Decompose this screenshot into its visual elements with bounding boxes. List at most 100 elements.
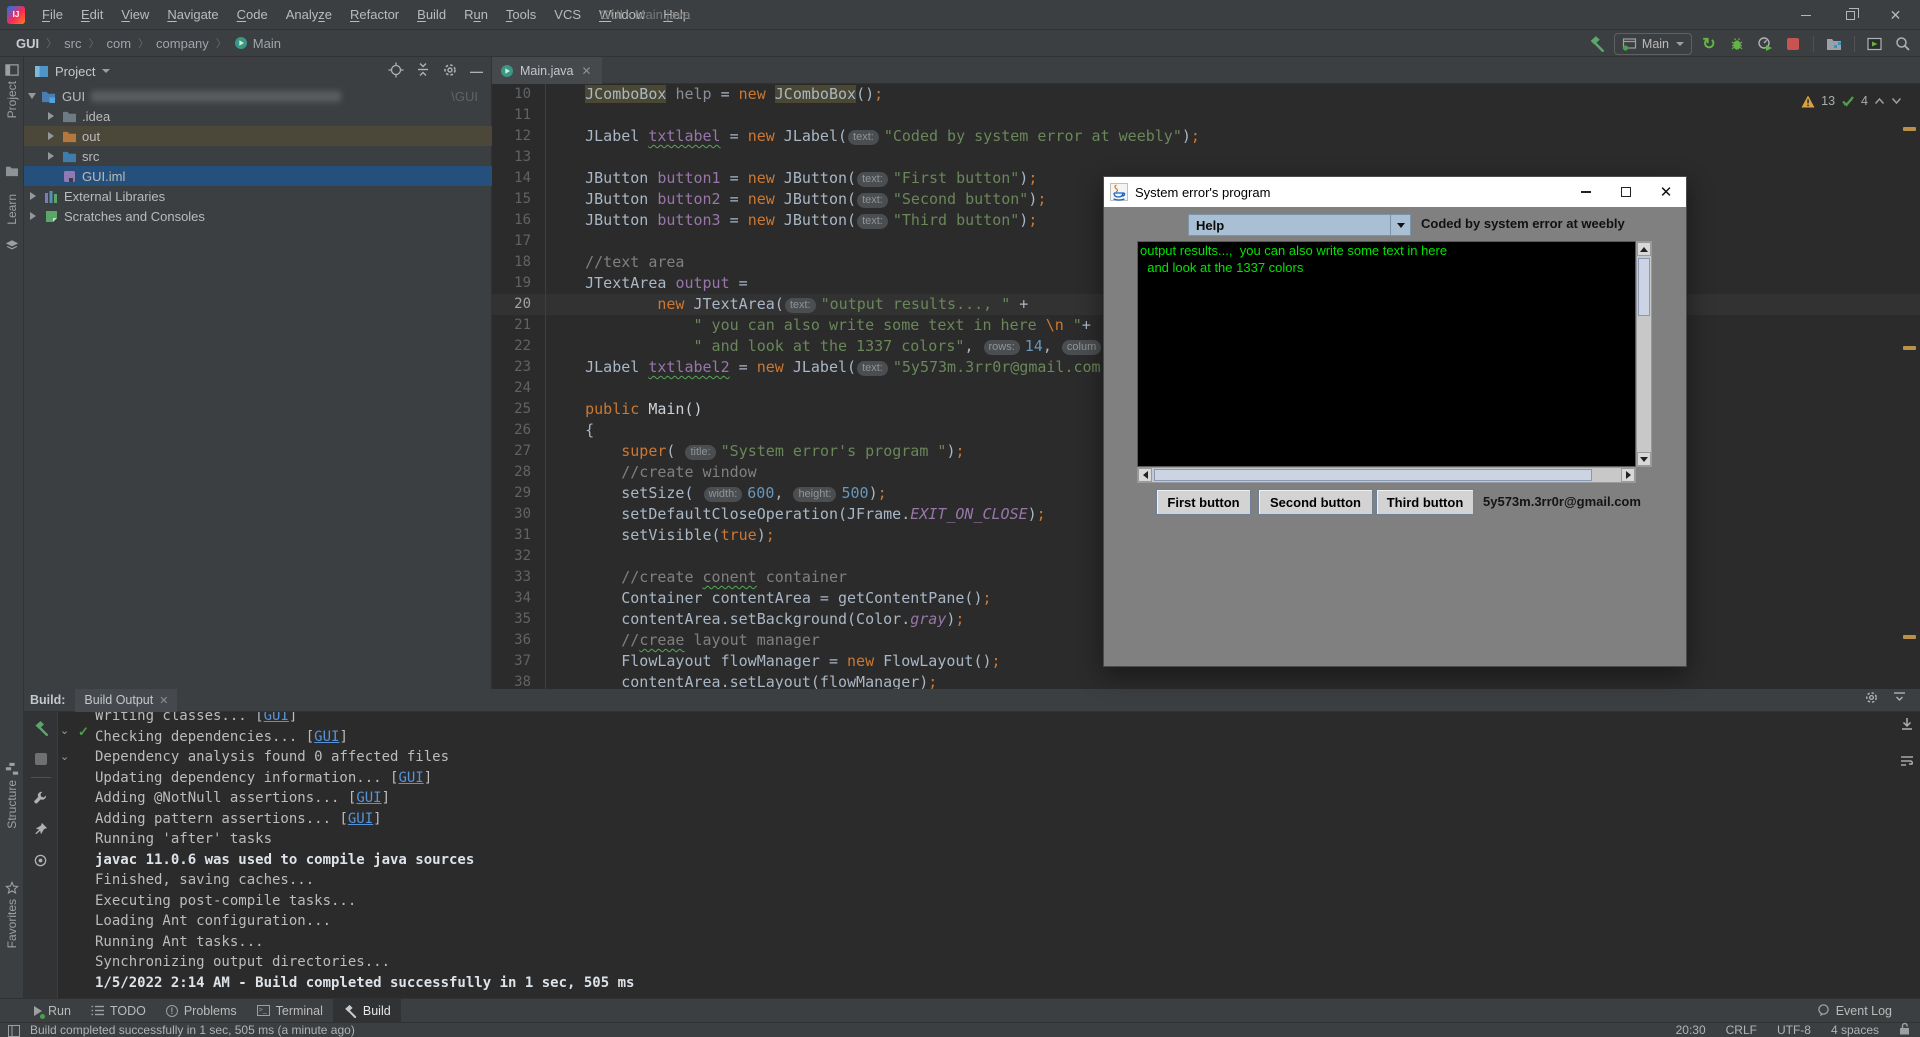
menu-vcs[interactable]: VCS bbox=[545, 7, 590, 22]
breadcrumb-item-com[interactable]: com bbox=[106, 36, 131, 51]
code-line-11[interactable]: 11 bbox=[492, 105, 1920, 126]
menu-refactor[interactable]: Refactor bbox=[341, 7, 408, 22]
close-button[interactable]: ✕ bbox=[1873, 0, 1918, 30]
dialog-maximize-button[interactable] bbox=[1606, 177, 1646, 207]
third-button-button[interactable]: Third button bbox=[1376, 489, 1474, 515]
sidebar-item-project[interactable]: Project bbox=[0, 63, 24, 118]
line-number[interactable]: 13 bbox=[492, 147, 546, 168]
breadcrumb-item-gui[interactable]: GUI bbox=[16, 36, 39, 51]
line-number[interactable]: 25 bbox=[492, 399, 546, 420]
build-settings-gear-button[interactable] bbox=[1864, 690, 1879, 710]
line-number[interactable]: 33 bbox=[492, 567, 546, 588]
line-number[interactable]: 28 bbox=[492, 462, 546, 483]
chevron-right-icon[interactable] bbox=[30, 192, 36, 200]
scrollbar-thumb[interactable] bbox=[1638, 258, 1650, 316]
second-button-button[interactable]: Second button bbox=[1258, 489, 1373, 515]
encoding-widget[interactable]: UTF-8 bbox=[1777, 1023, 1811, 1037]
toolwindow-toggle-icon[interactable] bbox=[8, 1025, 20, 1037]
line-number[interactable]: 14 bbox=[492, 168, 546, 189]
build-link-gui[interactable]: GUI bbox=[348, 811, 373, 827]
menu-run[interactable]: Run bbox=[455, 7, 497, 22]
line-number[interactable]: 12 bbox=[492, 126, 546, 147]
line-number[interactable]: 16 bbox=[492, 210, 546, 231]
project-tree-item-scratches-and-consoles[interactable]: Scratches and Consoles bbox=[24, 206, 492, 226]
expand-chevron-icon[interactable]: ⌄ bbox=[60, 750, 69, 763]
scroll-left-button[interactable] bbox=[1138, 468, 1152, 482]
build-settings-wrench-button[interactable] bbox=[33, 790, 48, 810]
line-number[interactable]: 38 bbox=[492, 672, 546, 689]
scroll-right-button[interactable] bbox=[1621, 468, 1635, 482]
profiler-button[interactable] bbox=[1754, 33, 1776, 55]
sidebar-item-structure[interactable]: Structure bbox=[0, 762, 24, 829]
status-message[interactable]: Build completed successfully in 1 sec, 5… bbox=[30, 1023, 355, 1037]
sidebar-item-favorites[interactable]: Favorites bbox=[0, 881, 24, 948]
line-number[interactable]: 37 bbox=[492, 651, 546, 672]
line-number[interactable]: 27 bbox=[492, 441, 546, 462]
settings-gear-button[interactable] bbox=[442, 62, 458, 81]
line-number[interactable]: 17 bbox=[492, 231, 546, 252]
collapse-all-button[interactable] bbox=[416, 62, 430, 80]
sidebar-item-learn[interactable]: Learn bbox=[0, 194, 24, 225]
vertical-scrollbar[interactable] bbox=[1636, 241, 1652, 467]
line-number[interactable]: 22 bbox=[492, 336, 546, 357]
hide-panel-button[interactable]: — bbox=[470, 64, 483, 79]
project-tree-item-src[interactable]: src bbox=[24, 146, 492, 166]
tab-main-java[interactable]: Main.java ✕ bbox=[492, 57, 602, 84]
tab-close-icon[interactable]: ✕ bbox=[582, 64, 592, 78]
error-stripe-mark[interactable] bbox=[1903, 127, 1916, 131]
search-everywhere-button[interactable] bbox=[1892, 33, 1914, 55]
tab-close-icon[interactable]: ✕ bbox=[159, 694, 168, 707]
lock-icon[interactable] bbox=[1899, 1022, 1910, 1037]
breadcrumb-item-company[interactable]: company bbox=[156, 36, 209, 51]
build-hammer-button[interactable] bbox=[1586, 33, 1608, 55]
debug-button[interactable] bbox=[1726, 33, 1748, 55]
code-line-10[interactable]: 10 JComboBox help = new JComboBox(); bbox=[492, 84, 1920, 105]
chevron-right-icon[interactable] bbox=[48, 132, 54, 140]
project-tree-item-idea[interactable]: .idea bbox=[24, 106, 492, 126]
line-number[interactable]: 10 bbox=[492, 84, 546, 105]
line-number[interactable]: 24 bbox=[492, 378, 546, 399]
project-tree-item-out[interactable]: out bbox=[24, 126, 492, 146]
toolwindow-tab-terminal[interactable]: >_Terminal bbox=[247, 999, 333, 1023]
project-tree-item-gui-iml[interactable]: GUI.iml bbox=[24, 166, 492, 186]
menu-navigate[interactable]: Navigate bbox=[158, 7, 227, 22]
scroll-up-button[interactable] bbox=[1637, 242, 1651, 256]
project-structure-button[interactable] bbox=[1823, 33, 1845, 55]
code-line-12[interactable]: 12 JLabel txtlabel = new JLabel(text:"Co… bbox=[492, 126, 1920, 147]
line-number[interactable]: 31 bbox=[492, 525, 546, 546]
line-number[interactable]: 35 bbox=[492, 609, 546, 630]
tab-build-output[interactable]: Build Output ✕ bbox=[75, 689, 177, 712]
run-anything-button[interactable] bbox=[1864, 33, 1886, 55]
code-line-13[interactable]: 13 bbox=[492, 147, 1920, 168]
line-number[interactable]: 18 bbox=[492, 252, 546, 273]
hide-panel-button[interactable] bbox=[1893, 691, 1906, 709]
rerun-build-button[interactable] bbox=[33, 720, 49, 741]
menu-view[interactable]: View bbox=[112, 7, 158, 22]
line-number[interactable]: 34 bbox=[492, 588, 546, 609]
line-separator-widget[interactable]: CRLF bbox=[1726, 1023, 1757, 1037]
project-tree-item-external-libraries[interactable]: External Libraries bbox=[24, 186, 492, 206]
breadcrumb-item-main[interactable]: Main bbox=[234, 36, 281, 51]
sidebar-item-folder[interactable] bbox=[0, 165, 24, 177]
minimize-button[interactable] bbox=[1783, 0, 1828, 30]
expand-chevron-icon[interactable]: ⌄ bbox=[60, 724, 69, 737]
toolwindow-tab-todo[interactable]: TODO bbox=[81, 999, 156, 1023]
scroll-to-end-button[interactable] bbox=[1900, 717, 1914, 736]
dialog-minimize-button[interactable] bbox=[1566, 177, 1606, 207]
line-number[interactable]: 21 bbox=[492, 315, 546, 336]
build-link-gui[interactable]: GUI bbox=[398, 770, 423, 786]
output-textarea[interactable]: output results..., you can also write so… bbox=[1137, 241, 1636, 467]
chevron-right-icon[interactable] bbox=[48, 152, 54, 160]
menu-edit[interactable]: Edit bbox=[72, 7, 112, 22]
help-combobox[interactable]: Help bbox=[1188, 214, 1411, 236]
build-link-gui[interactable]: GUI bbox=[356, 790, 381, 806]
dialog-close-button[interactable]: ✕ bbox=[1646, 177, 1686, 207]
line-number[interactable]: 11 bbox=[492, 105, 546, 126]
line-number[interactable]: 20 bbox=[492, 294, 546, 315]
menu-tools[interactable]: Tools bbox=[497, 7, 545, 22]
chevron-down-icon[interactable] bbox=[1891, 97, 1902, 105]
code-line-38[interactable]: 38 contentArea.setLayout(flowManager); bbox=[492, 672, 1920, 689]
line-number[interactable]: 15 bbox=[492, 189, 546, 210]
locate-file-button[interactable] bbox=[388, 62, 404, 81]
chevron-right-icon[interactable] bbox=[48, 112, 54, 120]
